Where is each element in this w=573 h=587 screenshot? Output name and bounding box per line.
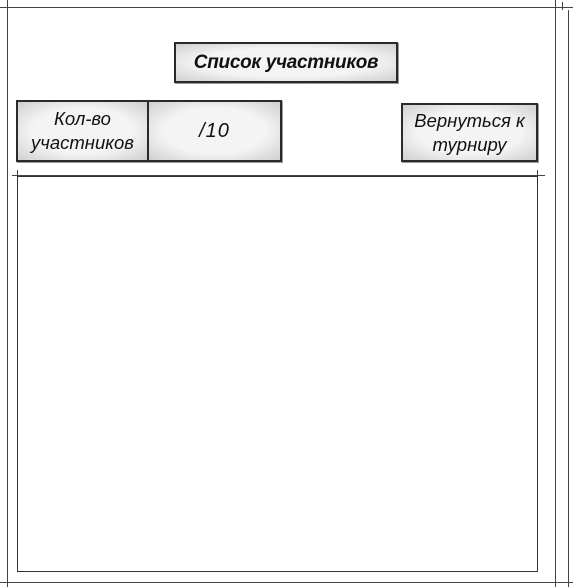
participant-count-value: /10 [147, 100, 282, 162]
participant-count-label-text: Кол-во участников [31, 108, 134, 153]
back-to-tournament-button-label: Вернуться к турниру [414, 109, 525, 155]
frame-right-outer-line [568, 10, 569, 587]
participants-page: Список участников Кол-во участников /10 … [0, 0, 573, 587]
back-to-tournament-button[interactable]: Вернуться к турниру [401, 103, 538, 162]
frame-corner-tick [562, 2, 563, 10]
page-title-text: Список участников [193, 51, 379, 73]
participant-count-label: Кол-во участников [16, 100, 149, 162]
frame-bottom-line [0, 582, 573, 583]
frame-right-line [555, 0, 556, 587]
page-title: Список участников [174, 42, 398, 83]
frame-top-line [0, 7, 573, 8]
participants-list[interactable] [17, 176, 538, 572]
participant-count-value-text: /10 [199, 119, 230, 142]
frame-left-line [7, 0, 8, 587]
